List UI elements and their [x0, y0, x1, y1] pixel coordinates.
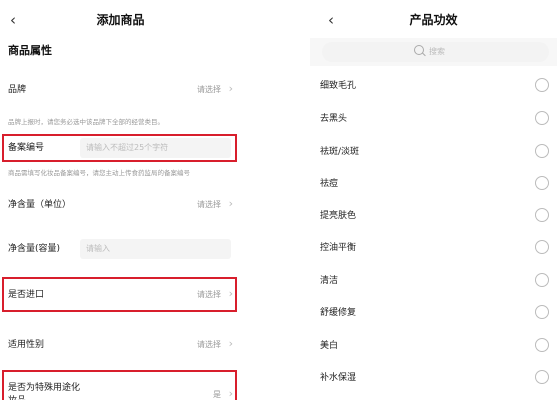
highlight-box-special-use [2, 370, 237, 400]
net-capacity-label: 净含量(容量) [8, 244, 61, 254]
highlight-box-imported [2, 277, 237, 312]
brand-row[interactable]: 品牌 请选择 › [0, 80, 241, 100]
effect-label: 祛痘 [320, 179, 339, 189]
search-icon [414, 45, 424, 55]
effect-item[interactable]: 祛痘 [310, 170, 557, 198]
brand-value: 请选择 [197, 85, 221, 94]
left-top-bar: ‹ 添加商品 [0, 0, 241, 42]
effect-item[interactable]: 细致毛孔 [310, 72, 557, 100]
chevron-right-icon: › [228, 337, 233, 350]
net-capacity-input[interactable]: 请输入 [80, 239, 231, 259]
effect-label: 去黑头 [320, 114, 348, 124]
page-title: 添加商品 [96, 13, 145, 27]
gender-value: 请选择 [197, 340, 221, 349]
effect-label: 细致毛孔 [320, 81, 357, 91]
gender-row[interactable]: 适用性别 请选择 › [0, 335, 241, 355]
effect-label: 提亮肤色 [320, 211, 357, 221]
brand-label: 品牌 [8, 85, 27, 95]
effect-label: 清洁 [320, 276, 339, 286]
net-capacity-row: 净含量(容量) 请输入 [0, 239, 241, 259]
page-title: 产品功效 [409, 13, 458, 27]
search-input[interactable]: 搜索 [322, 42, 549, 62]
effect-label: 美白 [320, 341, 339, 351]
chevron-right-icon: › [228, 197, 233, 210]
section-title: 商品属性 [8, 44, 52, 57]
net-capacity-placeholder: 请输入 [86, 244, 110, 253]
brand-hint: 品牌上报时，请您务必选中该品牌下全部的经营类目。 [8, 118, 164, 126]
effect-item[interactable]: 清洁 [310, 267, 557, 295]
radio-circle-icon[interactable] [535, 240, 549, 254]
radio-circle-icon[interactable] [535, 176, 549, 190]
net-unit-value: 请选择 [197, 200, 221, 209]
radio-circle-icon[interactable] [535, 208, 549, 222]
gender-label: 适用性别 [8, 340, 45, 350]
record-hint: 商品需填写化妆品备案编号，请您主动上传食药监局的备案编号 [8, 169, 190, 177]
effect-item[interactable]: 提亮肤色 [310, 202, 557, 230]
right-top-bar: ‹ 产品功效 [310, 0, 557, 42]
panel-gap [241, 0, 310, 400]
effect-item[interactable]: 控油平衡 [310, 234, 557, 262]
radio-circle-icon[interactable] [535, 78, 549, 92]
effect-label: 舒缓修复 [320, 308, 357, 318]
net-unit-label: 净含量（单位） [8, 200, 72, 210]
effect-item[interactable]: 补水保湿 [310, 364, 557, 392]
radio-circle-icon[interactable] [535, 305, 549, 319]
effect-item[interactable]: 美白 [310, 332, 557, 360]
search-placeholder: 搜索 [429, 47, 445, 56]
effect-label: 祛斑/淡斑 [320, 147, 360, 157]
effect-item[interactable]: 去黑头 [310, 105, 557, 133]
add-product-panel: ‹ 添加商品 商品属性 品牌 请选择 › 品牌上报时，请您务必选中该品牌下全部的… [0, 0, 241, 400]
radio-circle-icon[interactable] [535, 111, 549, 125]
radio-circle-icon[interactable] [535, 144, 549, 158]
effect-item[interactable]: 祛斑/淡斑 [310, 138, 557, 166]
effect-item[interactable]: 舒缓修复 [310, 299, 557, 327]
net-unit-row[interactable]: 净含量（单位） 请选择 › [0, 195, 241, 215]
effect-label: 控油平衡 [320, 243, 357, 253]
radio-circle-icon[interactable] [535, 273, 549, 287]
chevron-right-icon: › [228, 82, 233, 95]
product-effect-panel: ‹ 产品功效 搜索 细致毛孔 去黑头 祛斑/淡斑 祛痘 提亮肤色 控油平衡 清洁… [310, 0, 557, 400]
radio-circle-icon[interactable] [535, 370, 549, 384]
radio-circle-icon[interactable] [535, 338, 549, 352]
effect-label: 补水保湿 [320, 373, 357, 383]
highlight-box-record [2, 134, 237, 162]
